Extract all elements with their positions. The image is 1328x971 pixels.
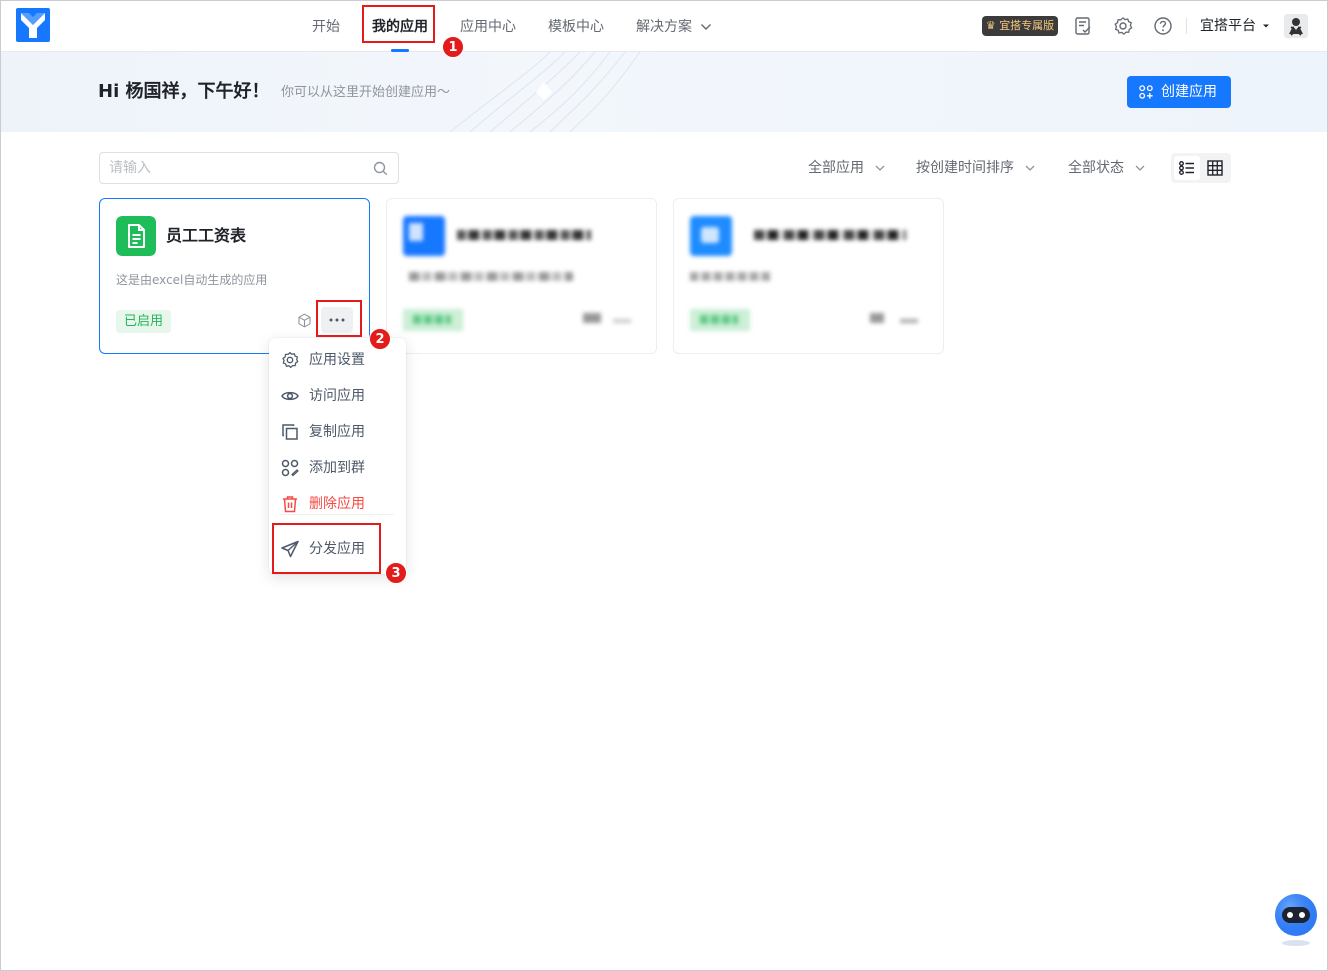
step-badge: 2	[369, 328, 391, 350]
app-actions-menu: 应用设置 访问应用 复制应用 添加到群 删除应用 分发应用	[269, 338, 406, 574]
menu-divider	[281, 514, 394, 515]
search-box	[99, 152, 399, 184]
app-card-title: 员工工资表	[166, 226, 247, 245]
toolbar-divider	[1186, 18, 1187, 34]
nav-item-solutions[interactable]: 解决方案	[624, 0, 724, 52]
status-badge-text-blurred	[413, 315, 451, 324]
more-actions-button[interactable]	[321, 307, 353, 333]
help-icon[interactable]	[1153, 16, 1173, 36]
status-badge: 已启用	[116, 310, 172, 333]
crown-icon: ♛	[985, 19, 996, 32]
sort-dropdown[interactable]: 按创建时间排序	[916, 160, 1036, 176]
card-action-blurred	[583, 313, 601, 323]
gear-icon[interactable]	[1113, 16, 1133, 36]
app-type-filter-label: 全部应用	[808, 160, 864, 176]
yida-logo-icon[interactable]	[16, 8, 50, 42]
chevron-down-icon	[1025, 165, 1035, 171]
nav-item-label: 我的应用	[372, 19, 428, 35]
menu-item-copy-app[interactable]: 复制应用	[269, 415, 406, 449]
top-navigation-bar: 开始 我的应用 应用中心 模板中心 解决方案 ♛ 宜搭专属版 宜搭平台	[0, 0, 1328, 52]
step-badge: 1	[442, 36, 464, 58]
menu-item-label: 删除应用	[309, 496, 365, 512]
greeting-subtitle: 你可以从这里开始创建应用～	[281, 85, 451, 100]
nav-item-label: 解决方案	[636, 19, 692, 35]
nav-item-label: 应用中心	[460, 19, 516, 35]
window-frame	[0, 0, 1328, 971]
pro-edition-badge[interactable]: ♛ 宜搭专属版	[982, 16, 1058, 36]
pro-edition-label: 宜搭专属版	[999, 19, 1055, 32]
search-icon[interactable]	[373, 161, 388, 176]
nav-item-label: 模板中心	[548, 19, 604, 35]
menu-item-label: 分发应用	[309, 541, 365, 557]
menu-item-label: 应用设置	[309, 352, 365, 368]
app-card-blurred[interactable]	[673, 198, 944, 354]
app-card-description: 这是由excel自动生成的应用	[116, 273, 268, 287]
app-card-title-blurred	[457, 230, 591, 240]
trash-icon	[283, 496, 297, 513]
menu-item-label: 添加到群	[309, 460, 365, 476]
app-type-filter[interactable]: 全部应用	[808, 160, 886, 176]
apps-add-icon	[1139, 85, 1153, 99]
menu-item-label: 复制应用	[309, 424, 365, 440]
gear-icon	[282, 351, 299, 369]
task-list-icon[interactable]	[1073, 16, 1093, 36]
list-view-icon	[1179, 161, 1194, 175]
view-toggle	[1171, 153, 1231, 183]
app-card-title-blurred	[754, 230, 906, 240]
caret-down-icon	[1263, 24, 1270, 28]
card-action-blurred	[900, 319, 918, 323]
welcome-banner: Hi 杨国祥，下午好！ 你可以从这里开始创建应用～ 创建应用	[0, 52, 1328, 132]
greeting-title: Hi 杨国祥，下午好！	[98, 81, 270, 102]
nav-item-start[interactable]: 开始	[300, 0, 352, 52]
platform-label: 宜搭平台	[1200, 18, 1256, 34]
status-badge-text-blurred	[700, 315, 738, 324]
card-action-blurred	[613, 319, 631, 323]
chevron-down-icon	[875, 165, 885, 171]
cube-icon[interactable]	[297, 313, 312, 328]
nav-item-my-apps[interactable]: 我的应用	[360, 0, 440, 52]
assistant-robot-icon[interactable]	[1272, 893, 1320, 947]
app-card-icon-glyph-blurred	[409, 223, 423, 241]
grid-view-button[interactable]	[1202, 156, 1228, 180]
step-badge: 3	[385, 562, 407, 584]
status-filter[interactable]: 全部状态	[1068, 160, 1146, 176]
app-card-blurred[interactable]	[386, 198, 657, 354]
menu-item-label: 访问应用	[309, 388, 365, 404]
card-action-blurred	[870, 313, 884, 323]
list-view-button[interactable]	[1174, 156, 1200, 180]
main-nav: 开始 我的应用 应用中心 模板中心 解决方案	[300, 0, 732, 52]
grid-view-icon	[1207, 160, 1223, 176]
app-card-description-blurred	[690, 272, 770, 281]
app-card[interactable]: 员工工资表 这是由excel自动生成的应用 已启用	[99, 198, 370, 354]
banner-decoration	[449, 52, 641, 132]
menu-item-add-to-group[interactable]: 添加到群	[269, 451, 406, 485]
status-filter-label: 全部状态	[1068, 160, 1124, 176]
app-card-icon-glyph-blurred	[701, 227, 719, 243]
app-card-description-blurred	[409, 272, 573, 281]
platform-switcher[interactable]: 宜搭平台	[1200, 17, 1270, 35]
nav-item-template-center[interactable]: 模板中心	[536, 0, 616, 52]
avatar[interactable]	[1284, 14, 1308, 38]
group-add-icon	[281, 459, 299, 477]
create-app-label: 创建应用	[1161, 84, 1217, 100]
create-app-button[interactable]: 创建应用	[1127, 76, 1231, 108]
document-icon	[116, 216, 156, 256]
menu-item-distribute-app[interactable]: 分发应用	[269, 532, 406, 566]
sort-dropdown-label: 按创建时间排序	[916, 160, 1014, 176]
chevron-down-icon	[701, 24, 712, 30]
search-input[interactable]	[100, 153, 350, 183]
copy-icon	[282, 424, 298, 440]
more-horizontal-icon	[329, 318, 345, 322]
chevron-down-icon	[1135, 165, 1145, 171]
send-icon	[281, 540, 299, 558]
eye-icon	[281, 391, 299, 401]
menu-item-delete-app[interactable]: 删除应用	[269, 487, 406, 521]
menu-item-visit-app[interactable]: 访问应用	[269, 379, 406, 413]
nav-item-label: 开始	[312, 19, 340, 35]
